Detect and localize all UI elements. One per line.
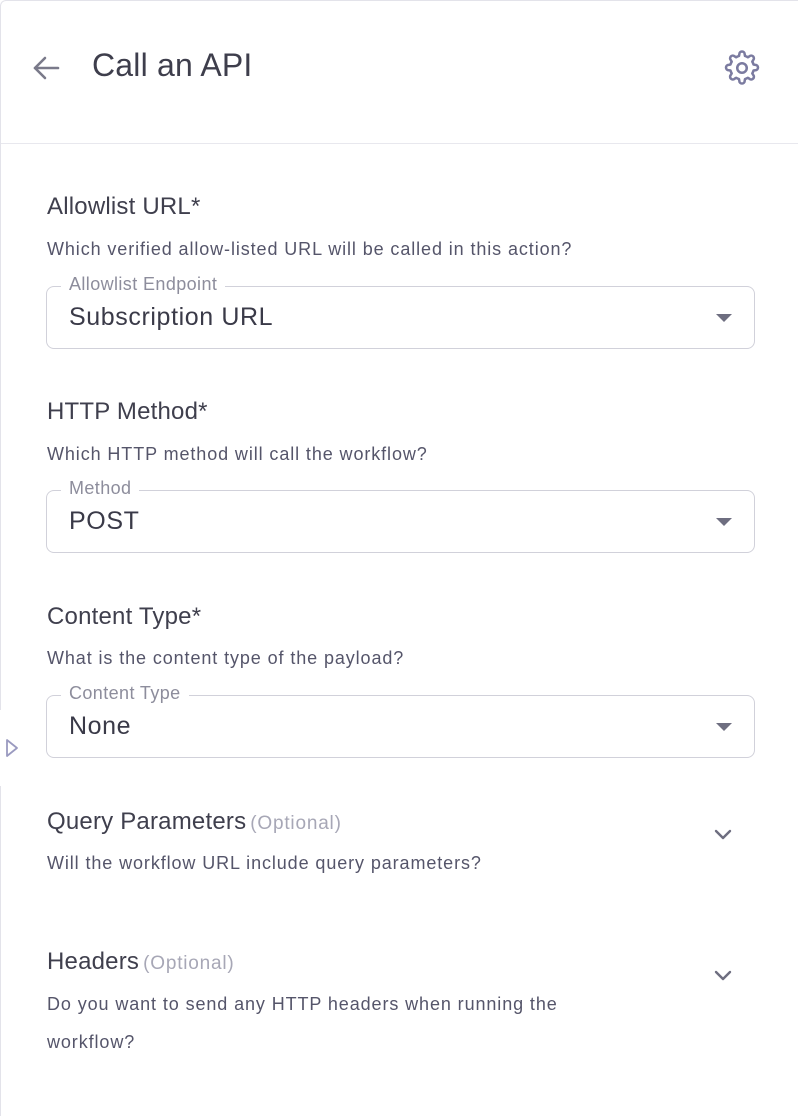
- page-title: Call an API: [92, 47, 253, 83]
- gear-icon: [724, 50, 760, 85]
- content-type-title: Content Type*: [47, 603, 202, 630]
- chevron-down-icon: [714, 829, 732, 840]
- headers-title[interactable]: Headers (Optional): [47, 948, 235, 976]
- method-select[interactable]: Method POST: [46, 477, 755, 553]
- dropdown-caret-icon: [716, 518, 732, 526]
- query-parameters-title[interactable]: Query Parameters (Optional): [47, 808, 342, 836]
- headers-expand[interactable]: [709, 962, 737, 990]
- dropdown-caret-icon: [716, 314, 732, 322]
- panel-header: Call an API: [1, 1, 798, 144]
- http-method-description: Which HTTP method will call the workflow…: [47, 444, 428, 464]
- method-value: POST: [69, 507, 140, 535]
- http-method-title: HTTP Method*: [47, 398, 208, 425]
- optional-tag: (Optional): [250, 813, 342, 834]
- dropdown-caret-icon: [716, 723, 732, 731]
- allowlist-endpoint-label: Allowlist Endpoint: [61, 273, 226, 295]
- optional-tag: (Optional): [143, 953, 235, 974]
- content-type-label: Content Type: [61, 682, 189, 704]
- method-label: Method: [61, 477, 140, 499]
- query-parameters-expand[interactable]: [709, 821, 737, 849]
- allowlist-title: Allowlist URL*: [47, 193, 201, 220]
- headers-title-text: Headers: [47, 948, 140, 975]
- query-parameters-title-text: Query Parameters: [47, 808, 247, 835]
- headers-description-line2: workflow?: [47, 1032, 136, 1052]
- arrow-left-icon: [33, 56, 60, 80]
- query-parameters-description: Will the workflow URL include query para…: [47, 853, 482, 873]
- headers-description-line1: Do you want to send any HTTP headers whe…: [47, 994, 558, 1014]
- call-api-panel: Call an API Allowlist URL* Which verifie…: [0, 0, 798, 1116]
- settings-button[interactable]: [723, 49, 761, 87]
- chevron-down-icon: [714, 970, 732, 981]
- caret-right-icon: [6, 739, 18, 757]
- content-type-value: None: [69, 712, 132, 740]
- allowlist-endpoint-select[interactable]: Allowlist Endpoint Subscription URL: [46, 273, 755, 349]
- allowlist-endpoint-value: Subscription URL: [69, 303, 274, 331]
- allowlist-description: Which verified allow-listed URL will be …: [47, 239, 573, 259]
- content-type-description: What is the content type of the payload?: [47, 648, 405, 668]
- side-panel-toggle[interactable]: [0, 710, 22, 786]
- content-type-select[interactable]: Content Type None: [46, 682, 755, 758]
- back-button[interactable]: [29, 51, 63, 85]
